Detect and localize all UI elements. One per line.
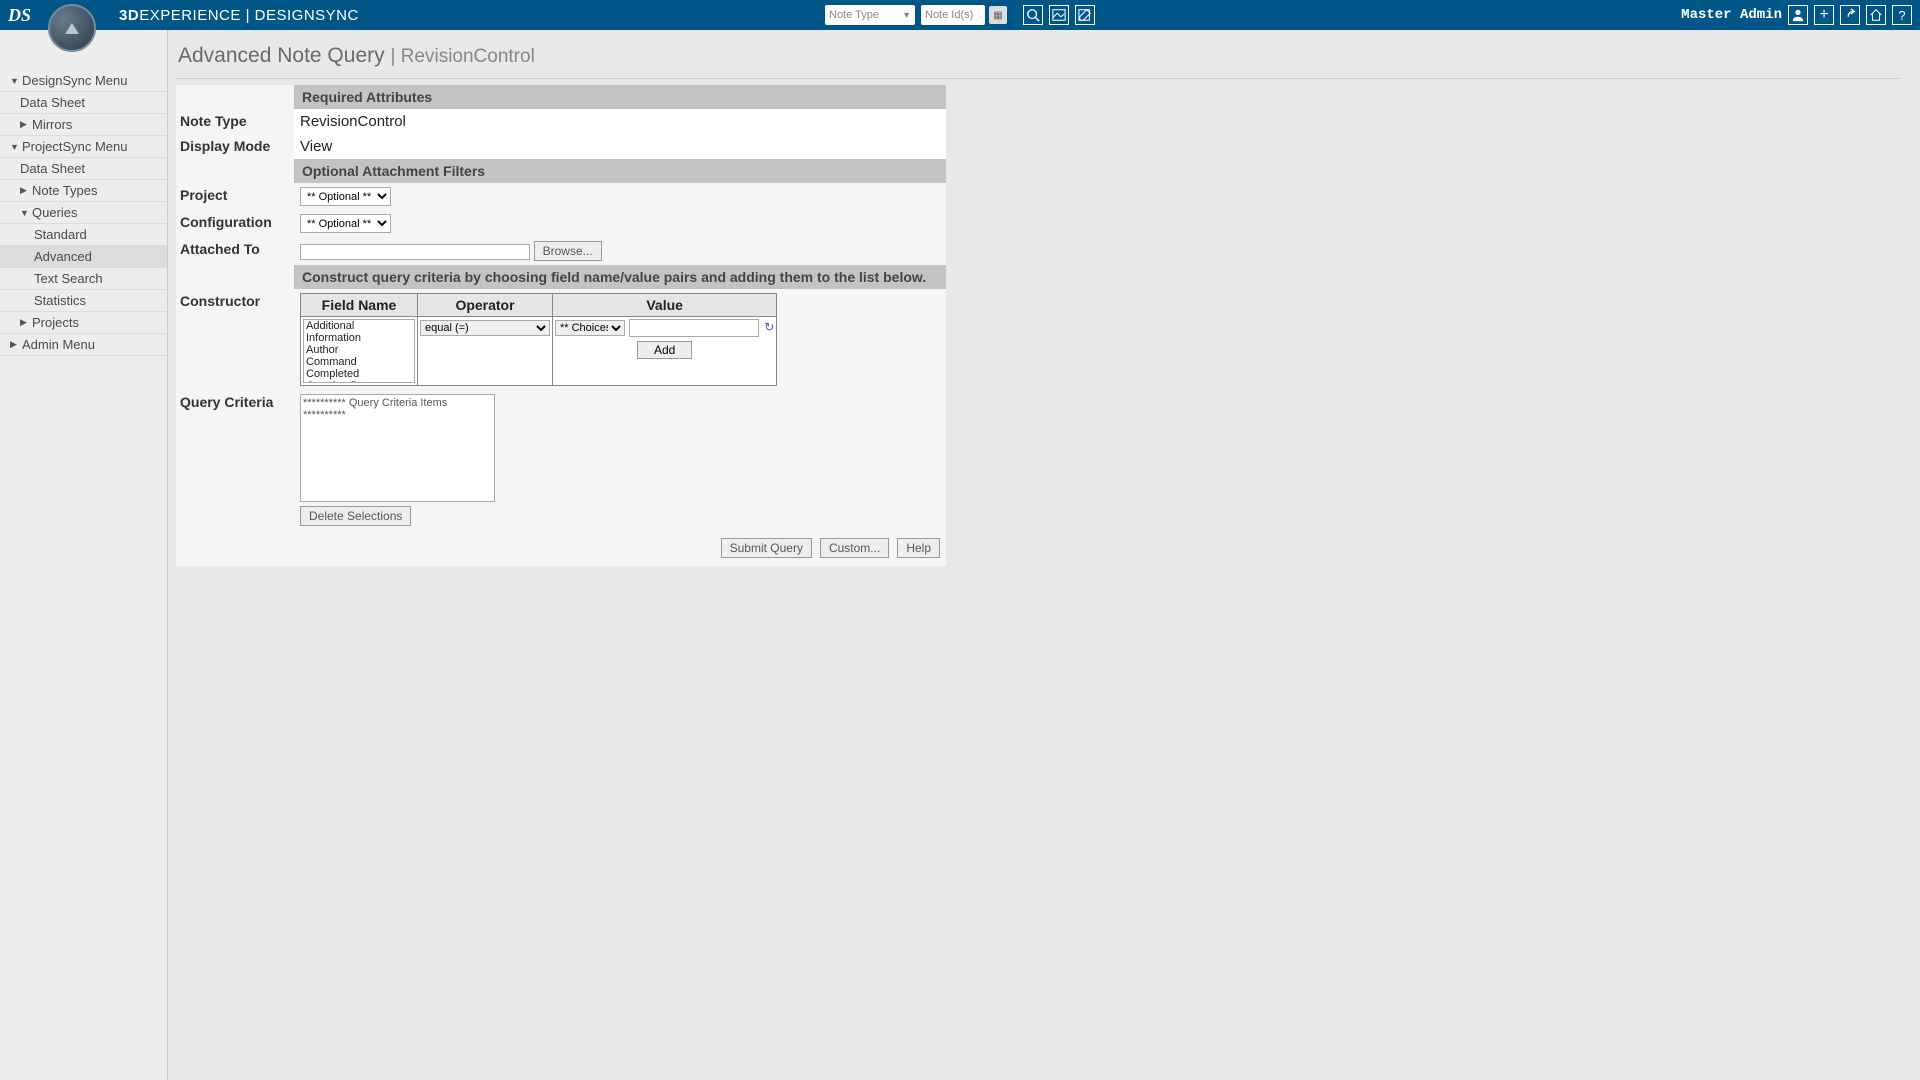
sidebar-item-label: Queries bbox=[32, 205, 78, 220]
label-note-type: Note Type bbox=[176, 109, 294, 133]
keypad-icon[interactable]: ▦ bbox=[989, 6, 1007, 24]
add-icon[interactable]: + bbox=[1814, 5, 1834, 25]
sidebar-item[interactable]: Statistics bbox=[0, 290, 167, 312]
sidebar-item[interactable]: Advanced bbox=[0, 246, 167, 268]
sidebar-item-label: DesignSync Menu bbox=[22, 73, 128, 88]
form-area: Required Attributes Note Type RevisionCo… bbox=[176, 85, 946, 566]
sidebar-item[interactable]: Admin Menu bbox=[0, 334, 167, 356]
note-id-input[interactable]: Note Id(s) bbox=[921, 5, 985, 25]
brand-title: 3DEXPERIENCE | DESIGNSYNC bbox=[119, 7, 359, 24]
section-constructor-hint: Construct query criteria by choosing fie… bbox=[294, 265, 946, 289]
page-title: Advanced Note Query | RevisionControl bbox=[176, 38, 1900, 79]
value-note-type: RevisionControl bbox=[294, 109, 946, 134]
sidebar-item-label: Statistics bbox=[34, 293, 86, 308]
chevron-down-icon bbox=[10, 76, 20, 86]
th-value: Value bbox=[553, 294, 777, 317]
configuration-select[interactable]: ** Optional ** bbox=[300, 214, 391, 233]
sidebar-item-label: Text Search bbox=[34, 271, 103, 286]
sidebar-item-label: Advanced bbox=[34, 249, 92, 264]
field-option[interactable]: Additional Information bbox=[304, 320, 414, 344]
choices-select[interactable]: ** Choices ** bbox=[555, 320, 625, 336]
home-icon[interactable] bbox=[1866, 5, 1886, 25]
value-input[interactable] bbox=[629, 319, 759, 337]
sidebar-item[interactable]: Data Sheet bbox=[0, 158, 167, 180]
label-query-criteria: Query Criteria bbox=[176, 390, 294, 414]
note-type-selector[interactable]: Note Type▼ bbox=[825, 5, 915, 25]
field-option[interactable]: Creation Date bbox=[304, 380, 414, 383]
help-icon[interactable]: ? bbox=[1892, 5, 1912, 25]
sidebar-item-label: Mirrors bbox=[32, 117, 72, 132]
sidebar-item-label: Note Types bbox=[32, 183, 98, 198]
label-configuration: Configuration bbox=[176, 210, 294, 234]
field-option[interactable]: Command bbox=[304, 356, 414, 368]
submit-query-button[interactable]: Submit Query bbox=[721, 538, 812, 558]
delete-selections-button[interactable]: Delete Selections bbox=[300, 506, 411, 526]
sidebar-item-label: Data Sheet bbox=[20, 161, 85, 176]
sidebar-item[interactable]: Text Search bbox=[0, 268, 167, 290]
constructor-table: Field Name Operator Value Additional Inf… bbox=[300, 293, 777, 386]
operator-select[interactable]: equal (=) bbox=[420, 320, 550, 336]
user-label: Master Admin bbox=[1681, 7, 1782, 23]
sidebar-item[interactable]: Standard bbox=[0, 224, 167, 246]
sidebar-item-label: Projects bbox=[32, 315, 79, 330]
sidebar-item[interactable]: DesignSync Menu bbox=[0, 70, 167, 92]
refresh-icon[interactable]: ↻ bbox=[764, 320, 774, 334]
sidebar-item[interactable]: Mirrors bbox=[0, 114, 167, 136]
section-required-header: Required Attributes bbox=[294, 85, 946, 109]
custom-button[interactable]: Custom... bbox=[820, 538, 889, 558]
sidebar-item[interactable]: Data Sheet bbox=[0, 92, 167, 114]
th-operator: Operator bbox=[418, 294, 553, 317]
layout: DesignSync MenuData SheetMirrorsProjectS… bbox=[0, 30, 1920, 1080]
user-icon[interactable] bbox=[1788, 5, 1808, 25]
sidebar-item[interactable]: Queries bbox=[0, 202, 167, 224]
field-option[interactable]: Completed bbox=[304, 368, 414, 380]
section-optional-header: Optional Attachment Filters bbox=[294, 159, 946, 183]
sidebar: DesignSync Menu Data Sheet Mirrors ProjectS… bbox=[0, 30, 168, 1080]
th-field-name: Field Name bbox=[301, 294, 418, 317]
add-button[interactable]: Add bbox=[637, 341, 692, 359]
label-attached-to: Attached To bbox=[176, 237, 294, 261]
footer-buttons: Submit Query Custom... Help bbox=[176, 530, 946, 566]
app-header: DS 3DEXPERIENCE | DESIGNSYNC Note Type▼ … bbox=[0, 0, 1920, 30]
field-name-list[interactable]: Additional InformationAuthorCommandCompl… bbox=[303, 319, 415, 383]
label-constructor: Constructor bbox=[176, 289, 294, 313]
browse-button[interactable]: Browse... bbox=[534, 241, 602, 261]
sidebar-item[interactable]: Note Types bbox=[0, 180, 167, 202]
help-button[interactable]: Help bbox=[897, 538, 940, 558]
chevron-right-icon bbox=[20, 317, 30, 328]
chevron-down-icon bbox=[20, 208, 30, 218]
chevron-right-icon bbox=[20, 185, 30, 196]
label-display-mode: Display Mode bbox=[176, 134, 294, 158]
header-right: Master Admin + ? bbox=[1681, 5, 1912, 25]
field-option[interactable]: Author bbox=[304, 344, 414, 356]
search-icon[interactable] bbox=[1023, 5, 1043, 25]
chevron-right-icon bbox=[20, 119, 30, 130]
image-icon[interactable] bbox=[1049, 5, 1069, 25]
sidebar-item-label: Admin Menu bbox=[22, 337, 95, 352]
compass-icon[interactable] bbox=[48, 4, 96, 52]
attached-to-input[interactable] bbox=[300, 244, 530, 260]
query-criteria-list[interactable]: ********** Query Criteria Items ********… bbox=[300, 394, 495, 502]
sidebar-item-label: ProjectSync Menu bbox=[22, 139, 128, 154]
main-content: Advanced Note Query | RevisionControl Re… bbox=[168, 30, 1920, 1080]
sidebar-item-label: Standard bbox=[34, 227, 87, 242]
edit-icon[interactable] bbox=[1075, 5, 1095, 25]
sidebar-item[interactable]: Projects bbox=[0, 312, 167, 334]
label-project: Project bbox=[176, 183, 294, 207]
share-icon[interactable] bbox=[1840, 5, 1860, 25]
header-search-group: Note Type▼ Note Id(s) ▦ bbox=[825, 5, 1095, 25]
value-display-mode: View bbox=[294, 134, 946, 159]
sidebar-item-label: Data Sheet bbox=[20, 95, 85, 110]
chevron-right-icon bbox=[10, 339, 20, 350]
ds-logo-icon: DS bbox=[8, 5, 31, 26]
chevron-down-icon bbox=[10, 142, 20, 152]
project-select[interactable]: ** Optional ** bbox=[300, 187, 391, 206]
sidebar-item[interactable]: ProjectSync Menu bbox=[0, 136, 167, 158]
